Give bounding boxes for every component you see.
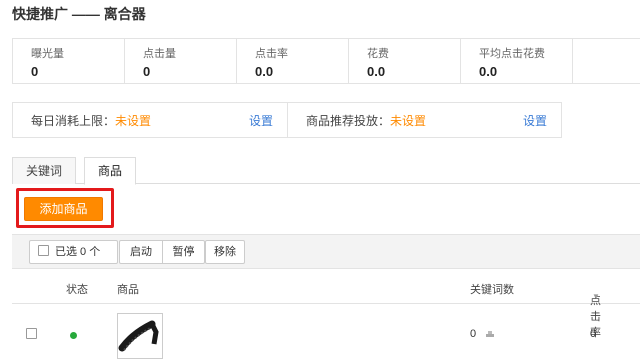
stat-label: 花费 [367, 48, 389, 60]
table-row: 0 0 [12, 305, 640, 361]
sort-desc-icon[interactable]: ▼ [592, 292, 600, 301]
stat-cost: 花费 0.0 [349, 39, 461, 83]
daily-limit-label: 每日消耗上限： [31, 113, 116, 128]
stat-label: 曝光量 [31, 48, 64, 60]
start-button[interactable]: 启动 [119, 240, 163, 264]
row-keyword-count: 0 [470, 328, 477, 340]
belt-image-icon [118, 320, 159, 352]
stat-value: 0.0 [367, 64, 386, 79]
daily-limit-status: 未设置 [115, 113, 152, 128]
header-keyword-count: 关键词数 [470, 284, 514, 296]
remove-button[interactable]: 移除 [205, 240, 245, 264]
tab-bar: 关键词 商品 [12, 157, 640, 185]
selected-count: 已选 0 个 [55, 246, 101, 258]
product-recommend-status: 未设置 [390, 113, 427, 128]
select-all-checkbox[interactable] [38, 245, 49, 256]
limits-panel: 每日消耗上限： 未设置 设置 商品推荐投放： 未设置 设置 [12, 102, 562, 138]
tab-keywords[interactable]: 关键词 [12, 157, 77, 184]
status-active-icon [70, 332, 77, 339]
stat-clicks: 点击量 0 [125, 39, 237, 83]
stats-panel: 曝光量 0 点击量 0 点击率 0.0 花费 0.0 平均点击花费 0.0 [12, 38, 640, 84]
header-status: 状态 [66, 284, 88, 296]
header-product: 商品 [117, 284, 139, 296]
batch-toolbar: 已选 0 个 启动 暂停 移除 [12, 234, 640, 269]
daily-limit-set-link[interactable]: 设置 [249, 112, 273, 129]
pause-button[interactable]: 暂停 [162, 240, 205, 264]
stat-impressions: 曝光量 0 [13, 39, 125, 83]
product-recommend: 商品推荐投放： 未设置 设置 [287, 103, 561, 137]
edit-keyword-icon[interactable] [486, 331, 494, 337]
stat-avg-cpc: 平均点击花费 0.0 [461, 39, 573, 83]
stat-label: 点击率 [255, 48, 288, 60]
page-title: 快捷推广 —— 离合器 [12, 6, 146, 22]
tab-products[interactable]: 商品 [84, 157, 137, 185]
table-header: 状态 商品 关键词数 点击率 ▼ [12, 270, 640, 339]
add-product-button[interactable]: 添加商品 [24, 197, 103, 221]
product-recommend-label: 商品推荐投放： [306, 113, 391, 128]
stat-value: 0 [31, 64, 39, 79]
stat-label: 平均点击花费 [479, 48, 545, 60]
stat-value: 0 [143, 64, 151, 79]
stat-label: 点击量 [143, 48, 176, 60]
daily-limit: 每日消耗上限： 未设置 设置 [13, 103, 287, 137]
product-recommend-set-link[interactable]: 设置 [523, 112, 547, 129]
product-thumbnail[interactable] [117, 313, 163, 359]
stat-value: 0.0 [479, 64, 498, 79]
stat-ctr: 点击率 0.0 [237, 39, 349, 83]
stat-value: 0.0 [255, 64, 274, 79]
row-checkbox[interactable] [26, 328, 37, 339]
select-all-button[interactable]: 已选 0 个 [29, 240, 118, 264]
row-ctr: 0 [590, 328, 597, 340]
